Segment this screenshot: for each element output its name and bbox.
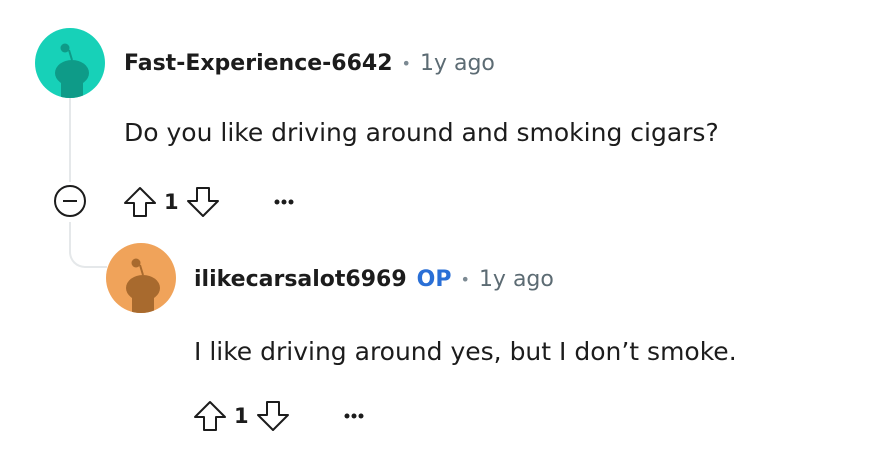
- comment-thread: Fast-Experience-6642 • 1y ago Do you lik…: [0, 0, 880, 467]
- downvote-arrow-icon: [186, 187, 219, 217]
- meta-separator: •: [401, 54, 411, 73]
- thread-line: [69, 98, 71, 182]
- ellipsis-icon: [274, 199, 294, 205]
- collapse-minus-icon: [54, 185, 86, 217]
- downvote-arrow-icon: [256, 401, 289, 431]
- reply-body: I like driving around yes, but I don’t s…: [194, 337, 737, 366]
- meta-separator: •: [460, 270, 470, 289]
- timestamp[interactable]: 1y ago: [420, 51, 495, 76]
- comment-actions: 1: [122, 182, 299, 222]
- reply-connector: [69, 222, 107, 268]
- avatar[interactable]: [106, 243, 176, 313]
- upvote-button[interactable]: [192, 398, 228, 434]
- reply-meta: ilikecarsalot6969 OP • 1y ago: [194, 267, 554, 292]
- author-name[interactable]: ilikecarsalot6969: [194, 267, 407, 292]
- author-name[interactable]: Fast-Experience-6642: [124, 51, 393, 76]
- vote-score: 1: [164, 190, 179, 214]
- upvote-button[interactable]: [122, 184, 158, 220]
- more-options-button[interactable]: [339, 401, 369, 431]
- ellipsis-icon: [344, 413, 364, 419]
- collapse-button[interactable]: [52, 183, 88, 219]
- op-badge: OP: [416, 267, 452, 292]
- comment-body: Do you like driving around and smoking c…: [124, 118, 719, 147]
- reply-actions: 1: [192, 396, 369, 436]
- more-options-button[interactable]: [269, 187, 299, 217]
- comment-meta: Fast-Experience-6642 • 1y ago: [124, 51, 495, 76]
- downvote-button[interactable]: [185, 184, 221, 220]
- downvote-button[interactable]: [255, 398, 291, 434]
- avatar[interactable]: [35, 28, 105, 98]
- timestamp[interactable]: 1y ago: [479, 267, 554, 292]
- vote-score: 1: [234, 404, 249, 428]
- upvote-arrow-icon: [124, 187, 156, 217]
- upvote-arrow-icon: [194, 401, 226, 431]
